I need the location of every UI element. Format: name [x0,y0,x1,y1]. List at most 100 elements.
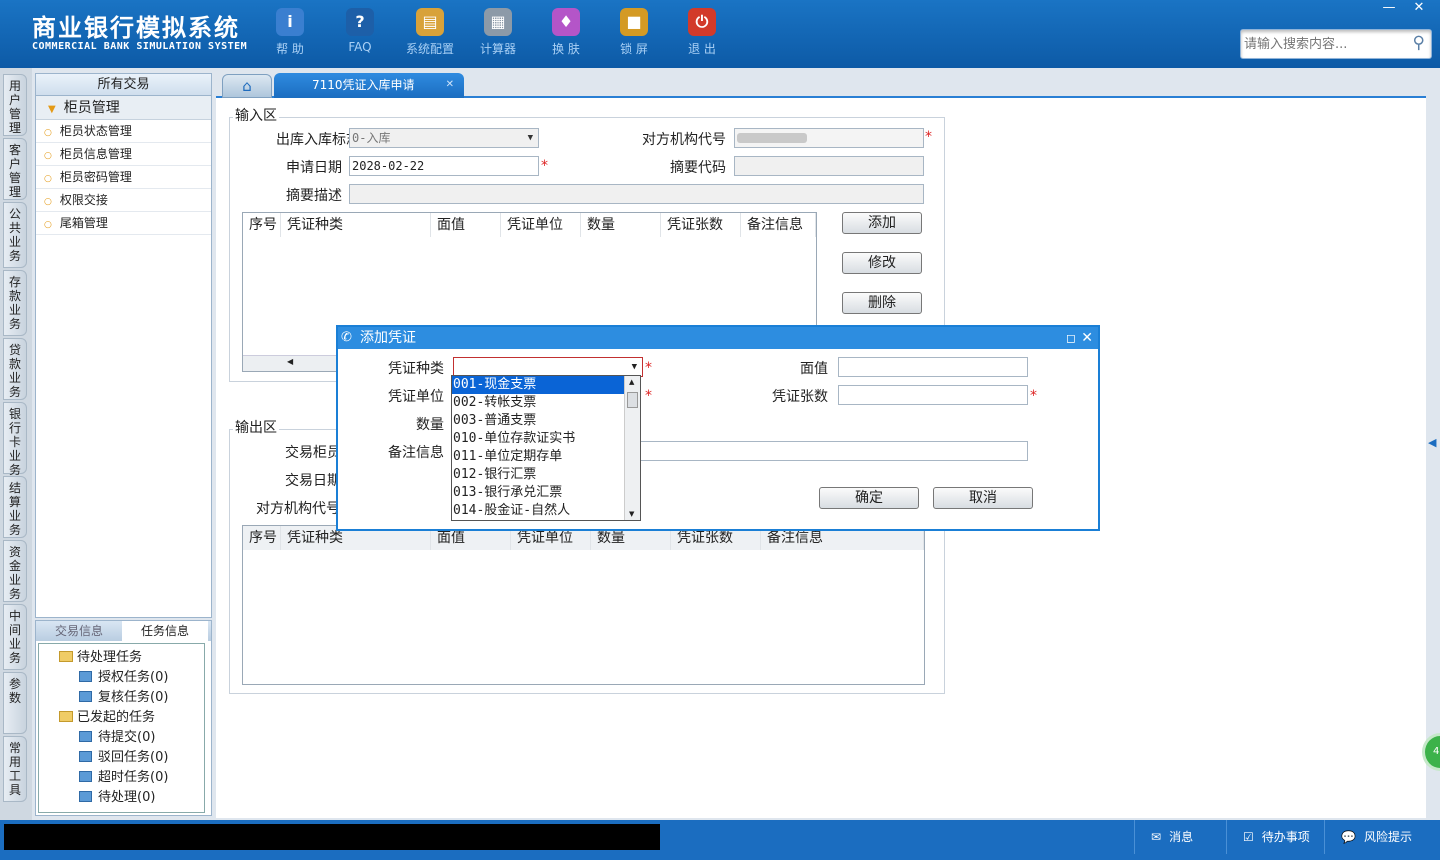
remark-field[interactable] [638,441,1028,461]
side-tab[interactable]: 存款业务 [3,270,27,336]
add-button[interactable]: 添加 [842,212,922,234]
side-tab[interactable]: 银行卡业务 [3,402,27,477]
todo-button[interactable]: ☑ 待办事项 [1226,820,1324,854]
close-icon[interactable]: ✕ [1404,0,1434,15]
dropdown-option[interactable]: 013-银行承兑汇票 [452,484,624,502]
search-input[interactable] [1244,31,1404,57]
voucher-count-field[interactable] [838,385,1028,405]
column-header[interactable]: 序号 [243,213,281,237]
voucher-type-dropdown: 001-现金支票 002-转帐支票 003-普通支票 010-单位存款证实书 011-单… [451,375,641,521]
close-icon[interactable]: ✕ [1081,327,1093,349]
side-tab[interactable]: 结算业务 [3,476,27,538]
side-tab[interactable]: 用户管理 [3,74,27,136]
column-header[interactable]: 凭证张数 [661,213,741,237]
tree-node-task[interactable]: 超时任务(0) [79,766,168,785]
column-header[interactable]: 凭证单位 [501,213,581,237]
calculator-icon: ▦ [484,8,512,36]
risk-button[interactable]: 💬 风险提示 [1324,820,1440,854]
scroll-left-icon[interactable]: ◀ [287,357,293,366]
tab-close-icon[interactable]: ✕ [446,73,454,97]
tree-node-task[interactable]: 复核任务(0) [79,686,168,705]
dropdown-option[interactable]: 010-单位存款证实书 [452,430,624,448]
modify-button[interactable]: 修改 [842,252,922,274]
toolbar-lock-button[interactable]: ■ 锁 屏 [601,8,667,57]
messages-button[interactable]: ✉ 消息 [1134,820,1226,854]
tab-voucher-storage[interactable]: 7110凭证入库申请 ✕ [274,73,464,98]
toolbar-power-button[interactable]: ⏻ 退 出 [669,8,735,57]
direction-select[interactable]: 0-入库 ▼ [349,128,539,148]
search-icon[interactable]: ⚲ [1413,33,1425,53]
menu-item[interactable]: 柜员状态管理 [36,120,211,143]
tree-label: 驳回任务(0) [98,750,169,765]
tree-node-initiated[interactable]: 已发起的任务 [59,706,155,725]
counterparty-label: 对方机构代号 [642,132,726,148]
maximize-icon[interactable]: ◻ [1066,327,1076,349]
side-tab[interactable]: 中间业务 [3,604,27,670]
voucher-type-select[interactable]: ▼ [453,357,643,377]
required-mark: * [645,388,652,404]
side-tab[interactable]: 公共业务 [3,202,27,268]
menu-group-teller[interactable]: ▼ 柜员管理 [36,96,211,120]
column-header[interactable]: 数量 [581,213,661,237]
toolbar-help-button[interactable]: ? FAQ [327,8,393,54]
tab-transaction-info[interactable]: 交易信息 [36,621,122,641]
dropdown-option[interactable]: 001-现金支票 [452,376,624,394]
summary-desc-field[interactable] [349,184,924,204]
scroll-thumb[interactable] [627,392,638,408]
toolbar-info-button[interactable]: i 帮 助 [257,8,323,57]
counterparty-field[interactable] [734,128,924,148]
dropdown-option[interactable]: 003-普通支票 [452,412,624,430]
face-value-field[interactable] [838,357,1028,377]
dropdown-option[interactable]: 012-银行汇票 [452,466,624,484]
side-tab[interactable]: 常用工具 [3,736,27,802]
summary-code-field[interactable] [734,156,924,176]
direction-label: 出库入库标志 [276,132,360,148]
dropdown-option[interactable]: 014-股金证-自然人 [452,502,624,520]
toolbar-shirt-button[interactable]: ♦ 换 肤 [533,8,599,57]
menu-item[interactable]: 柜员密码管理 [36,166,211,189]
risk-label: 风险提示 [1363,830,1412,844]
input-section-title: 输入区 [233,105,279,125]
tree-label: 待处理(0) [98,790,156,805]
toolbar-calculator-button[interactable]: ▦ 计算器 [465,8,531,57]
menu-item[interactable]: 柜员信息管理 [36,143,211,166]
tree-node-task[interactable]: 待提交(0) [79,726,155,745]
tree-node-task[interactable]: 待处理(0) [79,786,155,805]
transaction-menu: 所有交易 ▼ 柜员管理 柜员状态管理柜员信息管理柜员密码管理权限交接尾箱管理 [35,73,212,618]
app-header: 商业银行模拟系统 COMMERCIAL BANK SIMULATION SYST… [0,0,1440,68]
file-icon [79,671,92,682]
side-tab[interactable]: 客户管理 [3,138,27,200]
folder-icon [59,711,73,722]
scroll-up-icon[interactable]: ▲ [629,378,634,386]
home-tab[interactable]: ⌂ [222,74,272,98]
side-tab[interactable]: 贷款业务 [3,338,27,400]
tree-node-task[interactable]: 授权任务(0) [79,666,168,685]
tree-node-task[interactable]: 驳回任务(0) [79,746,168,765]
column-header[interactable]: 序号 [243,526,281,550]
column-header[interactable]: 备注信息 [741,213,816,237]
side-tab[interactable]: 资金业务 [3,540,27,602]
menu-item[interactable]: 尾箱管理 [36,212,211,235]
cancel-button[interactable]: 取消 [933,487,1033,509]
column-header[interactable]: 面值 [431,213,501,237]
toolbar-label: 换 肤 [552,42,580,56]
toolbar-toolbox-button[interactable]: ▤ 系统配置 [397,8,463,57]
menu-header: 所有交易 [36,74,211,96]
menu-item[interactable]: 权限交接 [36,189,211,212]
column-header[interactable]: 凭证种类 [281,213,431,237]
dialog-title: 添加凭证 [360,330,416,346]
tab-task-info[interactable]: 任务信息 [122,621,208,641]
scroll-down-icon[interactable]: ▼ [629,510,634,518]
minimize-icon[interactable]: — [1374,0,1404,15]
side-tab[interactable]: 参数 [3,672,27,734]
tree-node-pending[interactable]: 待处理任务 [59,646,142,665]
info-icon: i [276,8,304,36]
delete-button[interactable]: 删除 [842,292,922,314]
apply-date-field[interactable]: 2028-02-22 [349,156,539,176]
confirm-button[interactable]: 确定 [819,487,919,509]
dropdown-option[interactable]: 002-转帐支票 [452,394,624,412]
dropdown-scrollbar[interactable]: ▲ ▼ [624,376,640,520]
help-icon: ? [346,8,374,36]
dropdown-option[interactable]: 011-单位定期存单 [452,448,624,466]
collapse-arrow-icon[interactable]: ◀ [1428,425,1440,461]
